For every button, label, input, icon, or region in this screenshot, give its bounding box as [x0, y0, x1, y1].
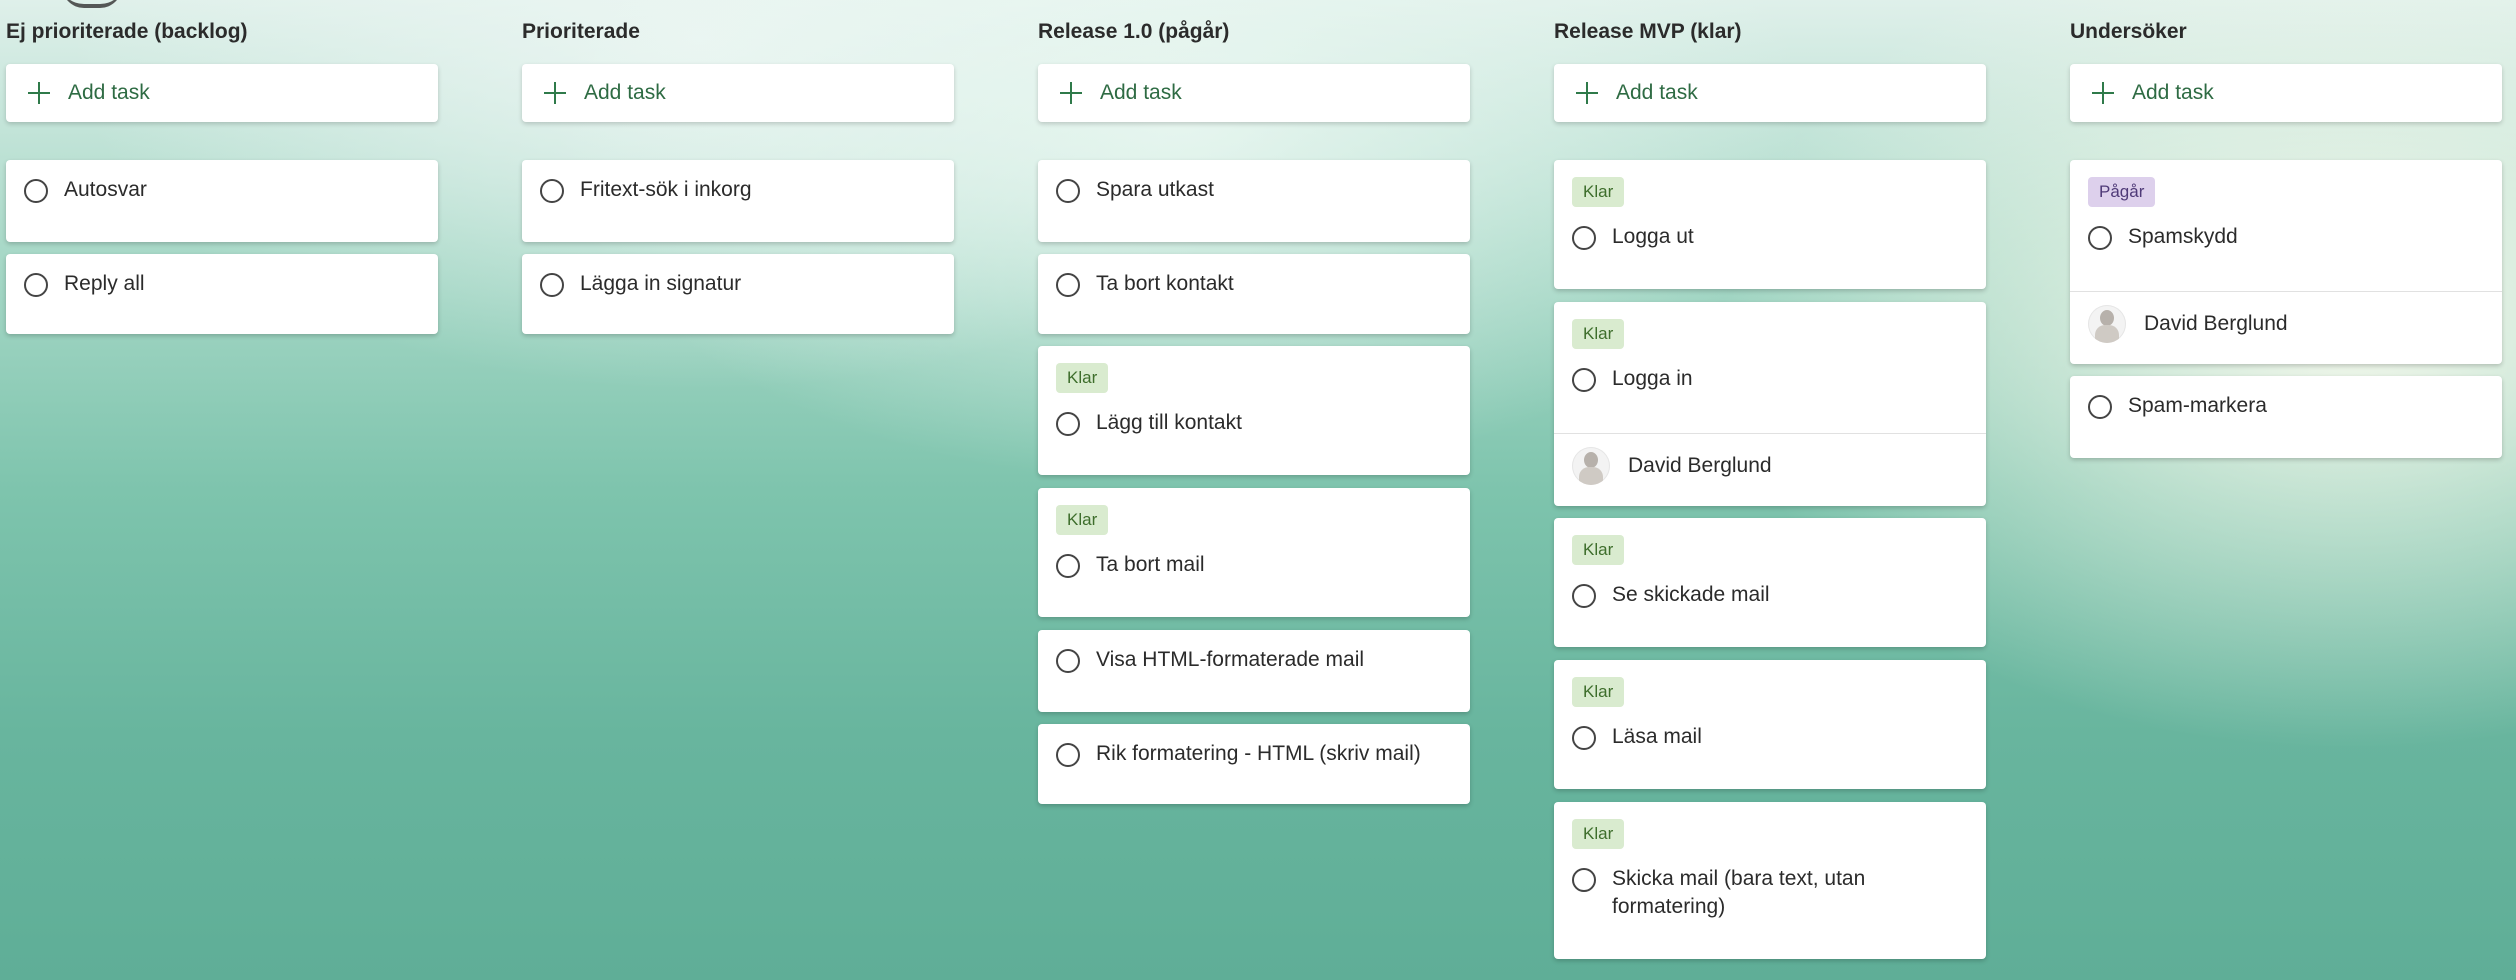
task-card[interactable]: Fritext-sök i inkorg — [522, 160, 954, 242]
complete-checkbox-icon[interactable] — [1056, 179, 1080, 203]
task-title: Visa HTML-formaterade mail — [1096, 648, 1365, 671]
add-task-label: Add task — [68, 81, 150, 104]
column-title: Undersöker — [2070, 20, 2187, 43]
task-title: Logga ut — [1612, 225, 1694, 248]
column-title: Release 1.0 (pågår) — [1038, 20, 1230, 43]
plus-icon — [1574, 80, 1600, 106]
avatar — [1572, 447, 1610, 485]
task-card[interactable]: Rik formatering - HTML (skriv mail) — [1038, 724, 1470, 804]
label-badge: Klar — [1572, 319, 1625, 349]
column-title: Release MVP (klar) — [1554, 20, 1742, 43]
label-badge: Klar — [1056, 505, 1109, 535]
add-task-button[interactable]: Add task — [6, 64, 438, 122]
task-card[interactable]: Reply all — [6, 254, 438, 334]
task-title: Se skickade mail — [1612, 583, 1770, 606]
task-card[interactable]: Klar Ta bort mail — [1038, 488, 1470, 617]
complete-checkbox-icon[interactable] — [1572, 868, 1596, 892]
column-title: Prioriterade — [522, 20, 640, 43]
column-title: Ej prioriterade (backlog) — [6, 20, 248, 43]
partial-header-icon — [62, 0, 122, 8]
complete-checkbox-icon[interactable] — [1572, 584, 1596, 608]
assignee: David Berglund — [2088, 305, 2288, 343]
add-task-button[interactable]: Add task — [522, 64, 954, 122]
complete-checkbox-icon[interactable] — [24, 179, 48, 203]
task-card[interactable]: Autosvar — [6, 160, 438, 242]
label-badge: Klar — [1572, 535, 1625, 565]
task-title: Spamskydd — [2128, 225, 2238, 248]
label-badge: Klar — [1572, 677, 1625, 707]
task-card[interactable]: Pågår Spamskydd David Berglund — [2070, 160, 2502, 364]
plus-icon — [1058, 80, 1084, 106]
task-card[interactable]: Klar Logga ut — [1554, 160, 1986, 289]
plus-icon — [26, 80, 52, 106]
complete-checkbox-icon[interactable] — [1056, 649, 1080, 673]
assignee: David Berglund — [1572, 447, 1772, 485]
complete-checkbox-icon[interactable] — [1056, 743, 1080, 767]
plus-icon — [2090, 80, 2116, 106]
task-title: Ta bort mail — [1096, 553, 1205, 576]
complete-checkbox-icon[interactable] — [24, 273, 48, 297]
label-badge: Klar — [1572, 819, 1625, 849]
plus-icon — [542, 80, 568, 106]
task-card[interactable]: Klar Läsa mail — [1554, 660, 1986, 789]
task-card[interactable]: Klar Skicka mail (bara text, utan format… — [1554, 802, 1986, 959]
complete-checkbox-icon[interactable] — [1572, 726, 1596, 750]
add-task-label: Add task — [2132, 81, 2214, 104]
task-title: Ta bort kontakt — [1096, 272, 1234, 295]
assignee-name: David Berglund — [1628, 454, 1772, 477]
task-title: Fritext-sök i inkorg — [580, 178, 752, 201]
add-task-button[interactable]: Add task — [1038, 64, 1470, 122]
add-task-label: Add task — [1616, 81, 1698, 104]
task-title: Lägga in signatur — [580, 272, 742, 295]
task-card[interactable]: Klar Lägg till kontakt — [1038, 346, 1470, 475]
task-card[interactable]: Klar Logga in David Berglund — [1554, 302, 1986, 506]
complete-checkbox-icon[interactable] — [1056, 412, 1080, 436]
task-title: Autosvar — [64, 178, 147, 201]
add-task-label: Add task — [1100, 81, 1182, 104]
label-badge: Pågår — [2088, 177, 2156, 207]
task-card[interactable]: Spam-markera — [2070, 376, 2502, 458]
task-title: Logga in — [1612, 367, 1693, 390]
label-badge: Klar — [1056, 363, 1109, 393]
complete-checkbox-icon[interactable] — [1572, 226, 1596, 250]
task-card[interactable]: Visa HTML-formaterade mail — [1038, 630, 1470, 712]
task-title: Reply all — [64, 272, 145, 295]
complete-checkbox-icon[interactable] — [1572, 368, 1596, 392]
card-divider — [2070, 291, 2502, 292]
label-badge: Klar — [1572, 177, 1625, 207]
add-task-button[interactable]: Add task — [2070, 64, 2502, 122]
task-card[interactable]: Lägga in signatur — [522, 254, 954, 334]
add-task-label: Add task — [584, 81, 666, 104]
card-divider — [1554, 433, 1986, 434]
task-card[interactable]: Klar Se skickade mail — [1554, 518, 1986, 647]
task-title: Lägg till kontakt — [1096, 411, 1242, 434]
add-task-button[interactable]: Add task — [1554, 64, 1986, 122]
task-card[interactable]: Ta bort kontakt — [1038, 254, 1470, 334]
task-card[interactable]: Spara utkast — [1038, 160, 1470, 242]
complete-checkbox-icon[interactable] — [1056, 554, 1080, 578]
task-title: Spam-markera — [2128, 394, 2267, 417]
complete-checkbox-icon[interactable] — [540, 273, 564, 297]
complete-checkbox-icon[interactable] — [2088, 395, 2112, 419]
assignee-name: David Berglund — [2144, 312, 2288, 335]
task-title: Skicka mail (bara text, utan formatering… — [1612, 867, 1866, 918]
task-title: Läsa mail — [1612, 725, 1702, 748]
avatar — [2088, 305, 2126, 343]
complete-checkbox-icon[interactable] — [2088, 226, 2112, 250]
complete-checkbox-icon[interactable] — [1056, 273, 1080, 297]
complete-checkbox-icon[interactable] — [540, 179, 564, 203]
task-title: Spara utkast — [1096, 178, 1214, 201]
task-title: Rik formatering - HTML (skriv mail) — [1096, 742, 1421, 765]
